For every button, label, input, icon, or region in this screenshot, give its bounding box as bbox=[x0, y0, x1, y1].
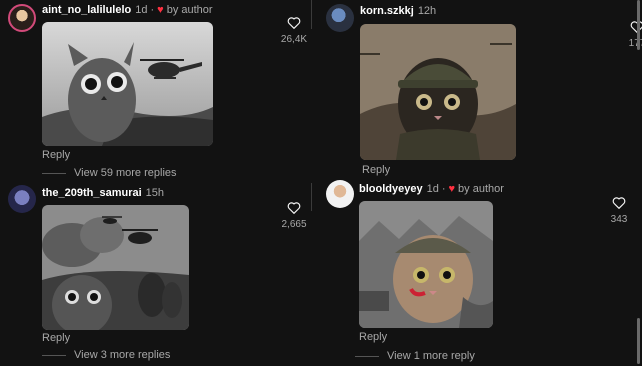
comment-item: korn.szkkj12h Reply 177 bbox=[318, 0, 642, 180]
heart-icon bbox=[630, 21, 642, 33]
reply-button[interactable]: Reply bbox=[42, 332, 70, 344]
cat-tank-image bbox=[359, 201, 493, 328]
reply-button[interactable]: Reply bbox=[359, 331, 387, 343]
meta-separator: · bbox=[441, 183, 446, 195]
view-more-replies[interactable]: View 1 more reply bbox=[355, 350, 475, 362]
cat-helicopter-image bbox=[42, 22, 213, 146]
like-button[interactable]: 343 bbox=[604, 196, 634, 225]
view-more-replies-label: View 3 more replies bbox=[74, 349, 171, 361]
comment-meta: korn.szkkj 12h bbox=[360, 4, 436, 18]
comment-username[interactable]: aint_no_lalilulelo bbox=[42, 4, 131, 16]
avatar[interactable] bbox=[8, 185, 36, 213]
meta-separator: · bbox=[150, 4, 155, 16]
cat-soldiers-image bbox=[42, 205, 189, 330]
comment-meta: aint_no_lalilulelo 1d · ♥ by author bbox=[42, 3, 213, 17]
heart-icon bbox=[612, 197, 626, 209]
comment-image[interactable] bbox=[42, 22, 213, 146]
comment-time: 15h bbox=[145, 187, 165, 199]
pane-divider bbox=[311, 0, 312, 29]
pane-divider bbox=[311, 183, 312, 211]
scrollbar[interactable] bbox=[637, 0, 640, 50]
replies-divider-line bbox=[42, 172, 66, 174]
comment-item: aint_no_lalilulelo 1d · ♥ by author Reply Vi… bbox=[0, 0, 310, 180]
comment-image[interactable] bbox=[360, 24, 516, 160]
author-heart-icon: ♥ bbox=[448, 183, 456, 195]
right-comment-pane: korn.szkkj12h Reply 177 bloo bbox=[318, 0, 642, 366]
replies-divider-line bbox=[355, 355, 379, 357]
comment-time: 1d bbox=[135, 4, 148, 16]
like-button[interactable]: 2,665 bbox=[276, 201, 312, 230]
replies-divider-line bbox=[42, 354, 66, 356]
view-more-replies[interactable]: View 59 more replies bbox=[42, 167, 177, 179]
view-more-replies-label: View 59 more replies bbox=[74, 167, 177, 179]
comment-meta: blooldyeyey 1d · ♥ by author bbox=[359, 182, 504, 196]
like-count: 2,665 bbox=[281, 219, 307, 230]
like-count: 26,4K bbox=[280, 34, 308, 45]
comment-meta: the_209th_samurai 15h bbox=[42, 186, 164, 200]
comment-username[interactable]: korn.szkkj bbox=[360, 5, 414, 17]
scrollbar[interactable] bbox=[637, 318, 640, 364]
comment-username[interactable]: the_209th_samurai bbox=[42, 187, 142, 199]
heart-icon bbox=[287, 202, 301, 214]
view-more-replies[interactable]: View 3 more replies bbox=[42, 349, 170, 361]
left-comment-pane: aint_no_lalilulelo 1d · ♥ by author Reply Vi… bbox=[0, 0, 310, 366]
comment-username[interactable]: blooldyeyey bbox=[359, 183, 423, 195]
avatar[interactable] bbox=[8, 4, 36, 32]
like-button[interactable]: 26,4K bbox=[276, 16, 312, 45]
avatar[interactable] bbox=[326, 4, 354, 32]
heart-icon bbox=[287, 17, 301, 29]
reply-button[interactable]: Reply bbox=[42, 149, 70, 161]
comment-image[interactable] bbox=[42, 205, 189, 330]
author-heart-icon: ♥ bbox=[157, 4, 164, 16]
author-like-label: by author bbox=[458, 183, 504, 195]
cat-helmet-image bbox=[360, 24, 516, 160]
comment-item: blooldyeyey 1d · ♥ by author Reply View 1 mo… bbox=[318, 180, 642, 366]
comment-time: 12h bbox=[417, 5, 437, 17]
comment-time: 1d bbox=[426, 183, 439, 195]
comment-image[interactable] bbox=[359, 201, 493, 328]
view-more-replies-label: View 1 more reply bbox=[387, 350, 475, 362]
comment-item: the_209th_samurai 15h Reply View 3 more r… bbox=[0, 183, 310, 366]
author-like-label: by author bbox=[166, 4, 213, 16]
avatar[interactable] bbox=[326, 180, 354, 208]
reply-button[interactable]: Reply bbox=[362, 164, 390, 176]
like-count: 343 bbox=[610, 214, 628, 225]
